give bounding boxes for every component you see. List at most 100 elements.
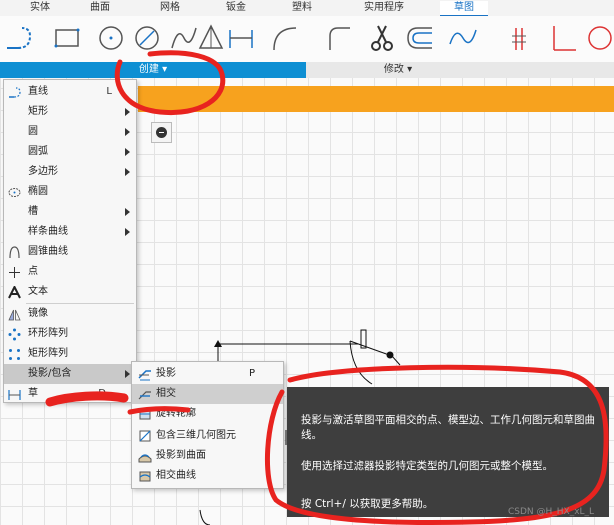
menu-item-mirror[interactable]: 镜像 — [4, 304, 136, 324]
project-include-submenu: 投影 P 相交 旋转轮廓 包含三维几何图元 投影到曲面 相交曲线 — [131, 361, 284, 489]
rotate-profile-icon — [139, 408, 151, 420]
mirror-icon — [8, 309, 21, 321]
menu-item-circle[interactable]: 圆 — [4, 122, 136, 142]
circular-pattern-icon — [8, 328, 21, 341]
menu-item-arc[interactable]: 圆弧 — [4, 142, 136, 162]
intersection-curve-icon — [139, 471, 151, 482]
project-icon — [138, 370, 151, 381]
collapse-button[interactable] — [151, 122, 172, 143]
project-to-surface-icon — [138, 454, 152, 463]
offset-tool-icon[interactable] — [406, 22, 436, 54]
menu-item-label: 矩形 — [28, 106, 48, 117]
submenu-item-label: 旋转轮廓 — [156, 408, 196, 419]
menu-item-shortcut: D — [98, 388, 106, 399]
fillet-tool-icon[interactable] — [270, 22, 300, 54]
menu-item-ellipse[interactable]: 椭圆 — [4, 182, 136, 202]
menu-item-circular-pattern[interactable]: 环形阵列 — [4, 324, 136, 344]
menu-item-sketch-dimension[interactable]: 草 D — [4, 384, 136, 404]
circle-tool-icon[interactable] — [96, 22, 126, 54]
line-icon — [9, 87, 21, 98]
menu-item-label: 点 — [28, 266, 38, 277]
dimension-tool-icon[interactable] — [226, 22, 256, 54]
submenu-item-label: 投影 — [156, 368, 176, 379]
watermark: CSDN @H_HX_xL_L — [508, 507, 595, 517]
tab-sheet-metal[interactable]: 钣金 — [218, 1, 254, 15]
wave-curve-icon[interactable] — [448, 22, 478, 54]
text-icon — [8, 286, 21, 299]
menu-item-label: 投影/包含 — [28, 368, 72, 379]
tab-surface[interactable]: 曲面 — [82, 1, 118, 15]
menu-item-text[interactable]: 文本 — [4, 282, 136, 302]
submenu-arrow-icon — [125, 228, 130, 236]
tangent-constraint-icon[interactable] — [584, 22, 614, 54]
sketch-dimension-icon — [8, 390, 21, 400]
menu-item-polygon[interactable]: 多边形 — [4, 162, 136, 182]
submenu-item-intersect[interactable]: 相交 — [132, 384, 283, 404]
menu-item-label: 圆弧 — [28, 146, 48, 157]
menu-item-spline[interactable]: 样条曲线 — [4, 222, 136, 242]
line-tool-icon[interactable] — [4, 22, 34, 54]
point-icon — [9, 267, 20, 278]
triangle-tool-icon[interactable] — [196, 22, 226, 54]
tooltip-filter-hint: 使用选择过滤器投影特定类型的几何图元或整个模型。 — [301, 460, 553, 472]
curve-tool-icon[interactable] — [324, 22, 354, 54]
menu-item-label: 圆锥曲线 — [28, 246, 68, 257]
submenu-item-label: 包含三维几何图元 — [156, 430, 236, 441]
menu-item-slot[interactable]: 槽 — [4, 202, 136, 222]
constraint-icon[interactable] — [508, 22, 538, 54]
submenu-item-project-to-surface[interactable]: 投影到曲面 — [132, 446, 283, 466]
menu-item-shortcut: L — [106, 86, 112, 97]
menu-item-label: 镜像 — [28, 308, 48, 319]
menu-item-label: 环形阵列 — [28, 328, 68, 339]
menu-item-rectangular-pattern[interactable]: 矩形阵列 — [4, 344, 136, 364]
tab-solid[interactable]: 实体 — [22, 1, 58, 15]
create-dropdown-menu: 直线 L 矩形 圆 圆弧 多边形 椭圆 槽 样条曲线 圆锥曲线 点 文本 镜像 … — [3, 79, 137, 403]
create-panel-label[interactable]: 创建 ▾ — [0, 62, 306, 78]
tooltip-description: 投影与激活草图平面相交的点、模型边、工作几何图元和草图曲线。 — [301, 414, 595, 441]
trim-scissors-icon[interactable] — [366, 22, 396, 54]
submenu-item-project[interactable]: 投影 P — [132, 364, 283, 384]
submenu-arrow-icon — [125, 108, 130, 116]
modify-panel-label[interactable]: 修改 ▾ — [312, 62, 484, 78]
spline-tool-icon[interactable] — [168, 22, 198, 54]
submenu-arrow-icon — [125, 208, 130, 216]
menu-item-point[interactable]: 点 — [4, 262, 136, 282]
menu-item-label: 椭圆 — [28, 186, 48, 197]
submenu-arrow-icon — [125, 148, 130, 156]
menu-item-line[interactable]: 直线 L — [4, 82, 136, 102]
submenu-item-label: 相交曲线 — [156, 470, 196, 481]
submenu-item-shortcut: P — [248, 368, 255, 379]
submenu-item-label: 相交 — [156, 388, 176, 399]
submenu-arrow-icon — [125, 370, 130, 378]
arc-tool-icon[interactable] — [132, 22, 162, 54]
menu-item-label: 文本 — [28, 286, 48, 297]
tab-plastic[interactable]: 塑料 — [284, 1, 320, 15]
submenu-item-rotate-profile[interactable]: 旋转轮廓 — [132, 404, 283, 424]
menu-item-label: 矩形阵列 — [28, 348, 68, 359]
submenu-item-label: 投影到曲面 — [156, 450, 206, 461]
intersect-icon — [138, 391, 151, 400]
command-tooltip: 投影与激活草图平面相交的点、模型边、工作几何图元和草图曲线。 使用选择过滤器投影… — [287, 387, 609, 517]
menu-item-project-include[interactable]: 投影/包含 — [4, 364, 136, 384]
ellipse-icon — [8, 188, 21, 197]
minus-icon — [156, 127, 167, 138]
menu-item-label: 草 — [28, 388, 38, 399]
perpendicular-constraint-icon[interactable] — [548, 22, 578, 54]
sketch-mode-banner — [138, 86, 614, 112]
menu-item-conic-curve[interactable]: 圆锥曲线 — [4, 242, 136, 262]
tab-utilities[interactable]: 实用程序 — [356, 1, 412, 15]
ribbon-toolbar — [0, 16, 614, 63]
submenu-item-include-3d-geometry[interactable]: 包含三维几何图元 — [132, 426, 283, 446]
conic-curve-icon — [9, 246, 20, 259]
menu-item-label: 多边形 — [28, 166, 58, 177]
rectangular-pattern-icon — [9, 349, 20, 360]
tab-mesh[interactable]: 网格 — [152, 1, 188, 15]
menu-item-rectangle[interactable]: 矩形 — [4, 102, 136, 122]
submenu-arrow-icon — [125, 168, 130, 176]
submenu-item-intersection-curve[interactable]: 相交曲线 — [132, 466, 283, 486]
include-3d-geometry-icon — [139, 430, 151, 442]
menu-item-label: 样条曲线 — [28, 226, 68, 237]
rectangle-tool-icon[interactable] — [52, 22, 82, 54]
tab-sketch[interactable]: 草图 — [440, 1, 488, 17]
menu-item-label: 槽 — [28, 206, 38, 217]
